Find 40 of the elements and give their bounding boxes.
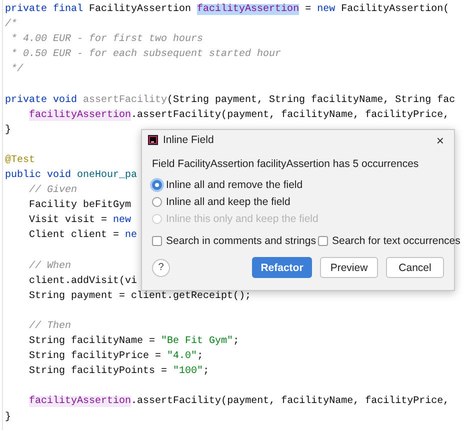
code-line: Client client = ne — [28, 228, 138, 244]
code-line: private void assertFacility(String payment, String facilityName, String fac — [5, 94, 456, 108]
code-line: // Then — [28, 320, 72, 334]
code-line: String facilityName = "Be Fit Gym"; — [28, 334, 240, 350]
code-line: public void oneHour_pa — [5, 168, 138, 184]
refactor-button[interactable]: Refactor — [252, 257, 312, 278]
dialog-title: Inline Field — [163, 134, 215, 146]
code-line: Facility beFitGym — [28, 198, 132, 214]
close-button[interactable]: × — [436, 132, 444, 148]
code-line: String facilityPoints = "100"; — [28, 364, 210, 380]
code-line: */ — [10, 62, 24, 78]
checkbox-label: Search for text occurrences — [332, 235, 460, 247]
radio-button[interactable] — [152, 180, 162, 190]
code-line: * 0.50 EUR - for each subsequent started hour — [10, 48, 282, 62]
radio-label: Inline all and keep the field — [166, 196, 290, 208]
checkbox[interactable] — [318, 236, 328, 246]
code-line: facilityAssertion.assertFacility(payment, facilityName, facilityPrice, — [28, 108, 450, 123]
code-line: @Test — [5, 154, 36, 168]
checkbox-label: Search in comments and strings — [166, 235, 316, 247]
code-line: String facilityPrice = "4.0"; — [28, 350, 204, 364]
code-line: } — [5, 124, 12, 138]
radio-label: Inline this only and keep the field — [166, 212, 318, 224]
dialog-button[interactable]: Preview — [320, 257, 378, 278]
checkbox[interactable] — [152, 236, 162, 246]
code-line: Visit visit = new — [28, 214, 132, 228]
code-line: } — [5, 410, 12, 425]
code-line: // When — [28, 260, 72, 274]
occurrences-message: Field FacilityAssertion facilityAssertion has 5 occurrences — [152, 158, 420, 170]
code-line: client.addVisit(vi — [28, 274, 138, 289]
code-line: * 4.00 EUR - for first two hours — [10, 32, 204, 48]
code-line: /* — [5, 18, 18, 32]
radio-button[interactable] — [152, 196, 162, 206]
dialog-button[interactable]: Cancel — [386, 257, 444, 278]
code-line: private final FacilityAssertion facilityAssertion = new FacilityAssertion( — [5, 2, 450, 17]
help-button[interactable]: ? — [152, 258, 170, 276]
radio-label: Inline all and remove the field — [166, 178, 303, 190]
code-line: // Given — [28, 184, 78, 198]
code-line: facilityAssertion.assertFacility(payment, facilityName, facilityPrice, — [28, 394, 450, 410]
app-icon — [148, 135, 158, 145]
code-line: String payment = client.getReceipt(); — [28, 290, 252, 304]
